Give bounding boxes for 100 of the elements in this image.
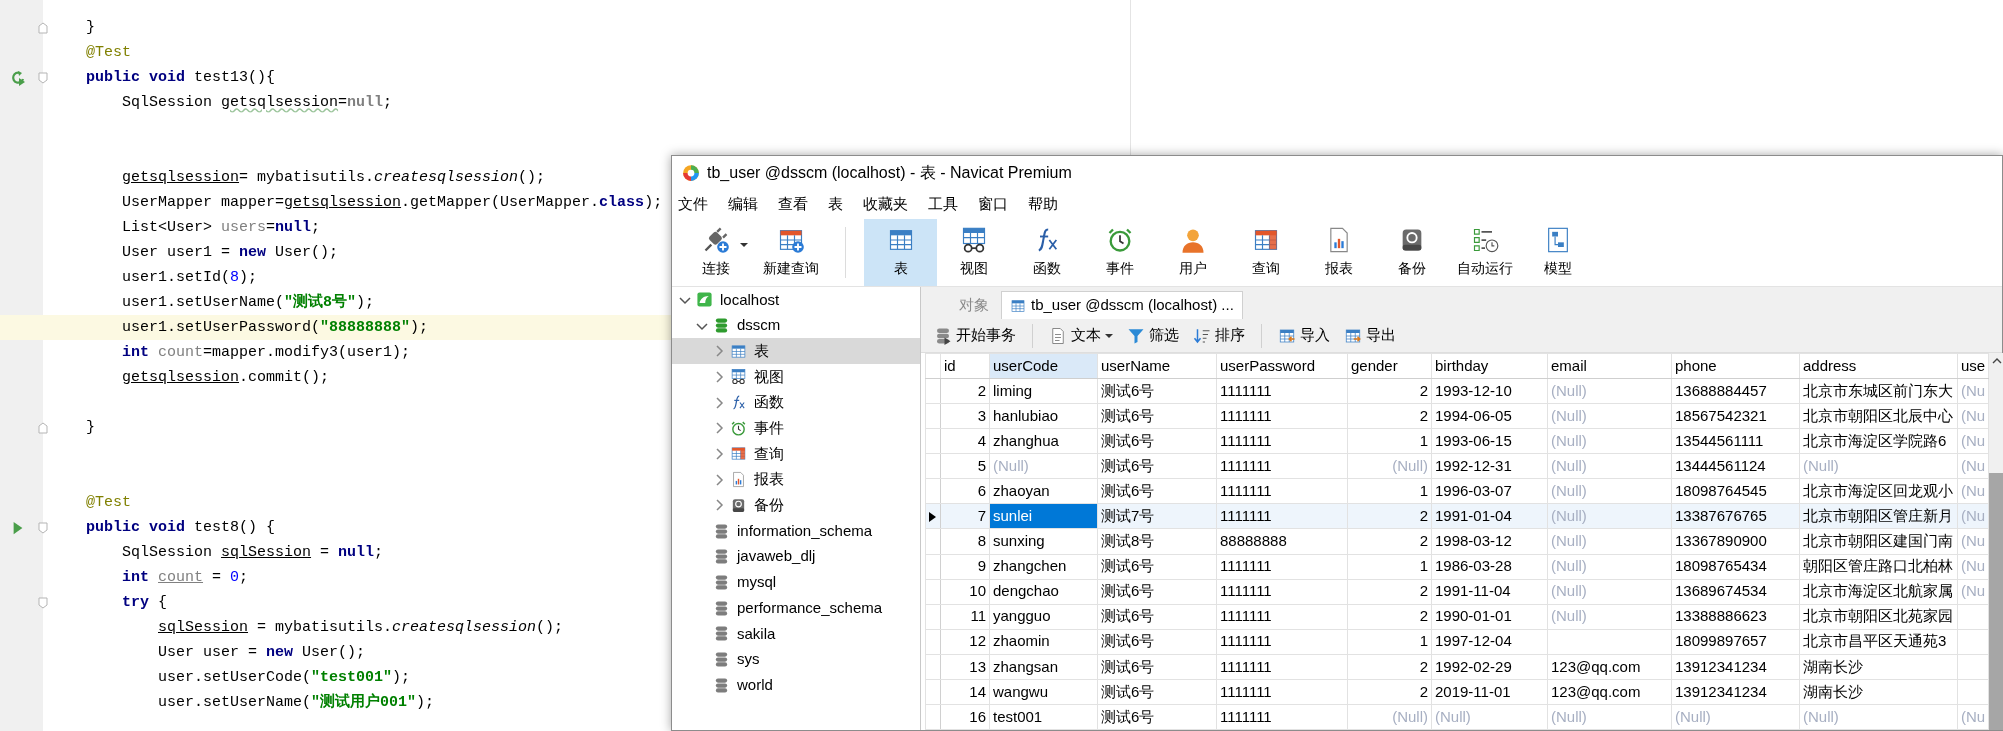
table-cell: (Null): [1547, 604, 1672, 630]
toolbar-button[interactable]: 连接: [678, 219, 754, 286]
menu-item[interactable]: 查看: [772, 192, 822, 216]
table-cell: 1993-12-10: [1431, 378, 1548, 404]
table-cell: 12: [940, 629, 990, 655]
toolbar-button[interactable]: 备份: [1375, 219, 1448, 286]
code-line: }: [86, 18, 95, 38]
tree-item[interactable]: dsscm: [672, 312, 920, 339]
column-header[interactable]: userPassword: [1216, 353, 1348, 379]
toolbar-button[interactable]: 查询: [1229, 219, 1302, 286]
fold-marker-icon[interactable]: [37, 421, 49, 434]
tree-item[interactable]: javaweb_dlj: [672, 543, 920, 570]
run-icon[interactable]: [11, 520, 25, 535]
tree-item[interactable]: 表: [672, 338, 920, 365]
fold-marker-icon[interactable]: [37, 71, 49, 84]
column-header[interactable]: id: [940, 353, 990, 379]
tree-item[interactable]: 视图: [672, 364, 920, 390]
toolbar-button[interactable]: 模型: [1521, 219, 1594, 286]
fold-marker-icon[interactable]: [37, 521, 49, 534]
toolbar-button[interactable]: 文本: [1047, 324, 1115, 347]
tree-item[interactable]: information_schema: [672, 518, 920, 544]
menu-item[interactable]: 文件: [672, 192, 722, 216]
table-cell: liming: [989, 378, 1098, 404]
menu-item[interactable]: 窗口: [972, 192, 1022, 216]
code-line: }: [86, 418, 95, 438]
tree-item[interactable]: 事件: [672, 415, 920, 442]
table-cell: 13387676765: [1671, 503, 1800, 529]
column-header[interactable]: userName: [1097, 353, 1217, 379]
column-header[interactable]: address: [1799, 353, 1958, 379]
rerun-icon[interactable]: [10, 69, 26, 86]
table-cell: 1993-06-15: [1431, 428, 1548, 454]
code-line: SqlSession sqlSession = null;: [122, 543, 384, 563]
tab[interactable]: tb_user @dsscm (localhost) ...: [1001, 291, 1243, 319]
table-cell: 10: [940, 579, 990, 605]
table-cell: 北京市海淀区回龙观小: [1799, 478, 1958, 504]
toolbar-button[interactable]: 表: [864, 219, 937, 286]
menu-item[interactable]: 编辑: [722, 192, 772, 216]
table-cell: 2: [940, 378, 990, 404]
table-cell: 13: [940, 654, 990, 680]
toolbar-button[interactable]: 报表: [1302, 219, 1375, 286]
table-cell: 测试6号: [1097, 704, 1217, 730]
table-cell: 测试6号: [1097, 378, 1217, 404]
export-icon: [1344, 326, 1362, 345]
column-header[interactable]: email: [1547, 353, 1672, 379]
toolbar-button[interactable]: 筛选: [1125, 324, 1181, 347]
table-cell: 湖南长沙: [1799, 679, 1958, 705]
table-cell: 测试6号: [1097, 428, 1217, 454]
toolbar-button[interactable]: 新建查询: [754, 219, 827, 286]
tree-item[interactable]: performance_schema: [672, 595, 920, 621]
table-cell: 1111111: [1216, 604, 1348, 630]
toolbar-button[interactable]: 函数: [1010, 219, 1083, 286]
toolbar-button[interactable]: 事件: [1083, 219, 1156, 286]
menu-item[interactable]: 表: [822, 192, 857, 216]
menu-item[interactable]: 帮助: [1022, 192, 1072, 216]
tree-item[interactable]: 备份: [672, 492, 920, 519]
tree-item[interactable]: 查询: [672, 441, 920, 467]
toolbar-button[interactable]: 导入: [1276, 324, 1332, 347]
tree-item[interactable]: 报表: [672, 466, 920, 493]
column-header[interactable]: userCode: [989, 353, 1098, 379]
document-icon: [1049, 326, 1067, 345]
toolbar-button[interactable]: 开始事务: [932, 324, 1018, 347]
scrollbar-thumb[interactable]: [1989, 473, 2003, 730]
table-cell: 朝阳区管庄路口北柏林: [1799, 554, 1958, 580]
column-header[interactable]: use: [1957, 353, 1989, 379]
toolbar-button[interactable]: 用户: [1156, 219, 1229, 286]
code-line: SqlSession getsqlsession=null;: [122, 93, 393, 113]
report-document-icon: [730, 471, 747, 489]
table-cell: 13444561124: [1671, 453, 1800, 479]
table-cell: 11: [940, 604, 990, 630]
table-cell: 13367890900: [1671, 528, 1800, 554]
column-header[interactable]: gender: [1347, 353, 1432, 379]
toolbar-button[interactable]: 自动运行: [1448, 219, 1521, 286]
table-cell: 北京市朝阳区管庄新月: [1799, 503, 1958, 529]
column-header[interactable]: phone: [1671, 353, 1800, 379]
toolbar-button[interactable]: 导出: [1342, 324, 1398, 347]
code-line: List<User> users=null;: [122, 218, 321, 238]
column-header[interactable]: birthday: [1431, 353, 1548, 379]
tree-item[interactable]: localhost: [672, 287, 920, 313]
tree-item[interactable]: world: [672, 672, 920, 698]
table-cell: 1990-01-01: [1431, 604, 1548, 630]
table-cell: 2: [1347, 378, 1432, 404]
code-line: public void test8() {: [86, 518, 276, 538]
table-cell: 测试6号: [1097, 478, 1217, 504]
toolbar-button[interactable]: 排序: [1191, 324, 1247, 347]
table-cell: 9: [940, 554, 990, 580]
table-cell: 1111111: [1216, 453, 1348, 479]
tree-item[interactable]: sakila: [672, 620, 920, 647]
tree-item[interactable]: mysql: [672, 569, 920, 596]
table-cell: (Null): [1431, 704, 1548, 730]
table-icon: [730, 342, 747, 360]
fold-marker-icon[interactable]: [37, 21, 49, 34]
toolbar-button[interactable]: 视图: [937, 219, 1010, 286]
window-title: tb_user @dsscm (localhost) - 表 - Navicat Premium: [707, 162, 1072, 183]
tree-item[interactable]: sys: [672, 646, 920, 673]
menu-item[interactable]: 工具: [922, 192, 972, 216]
tree-item[interactable]: 函数: [672, 389, 920, 416]
table-cell: (Nu: [1957, 428, 1989, 454]
code-line: int count=mapper.modify3(user1);: [122, 343, 411, 363]
menu-item[interactable]: 收藏夹: [857, 192, 922, 216]
fold-marker-icon[interactable]: [37, 596, 49, 609]
